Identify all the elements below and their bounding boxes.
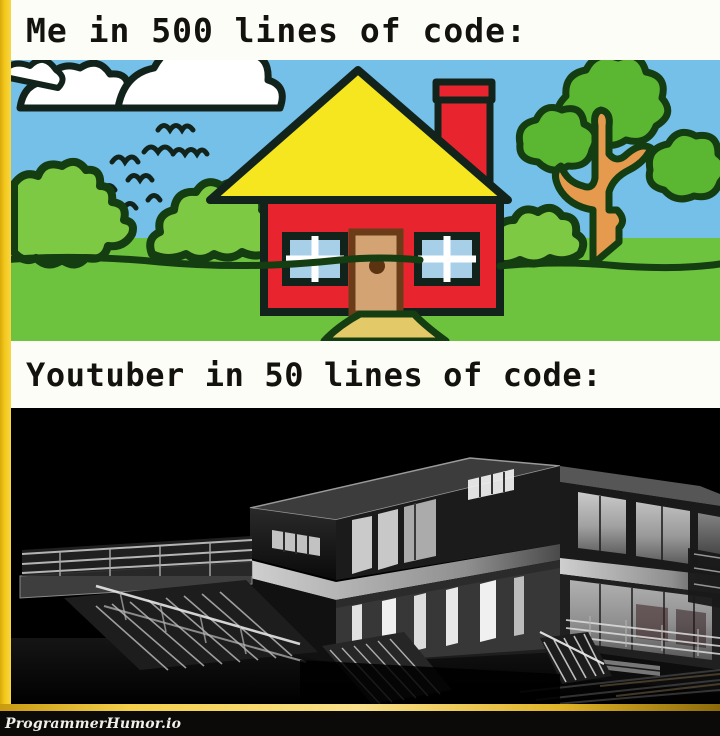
right-pavilion: [688, 548, 720, 608]
watermark-text: ProgrammerHumor.io: [5, 715, 182, 732]
top-caption-text: Me in 500 lines of code:: [26, 10, 527, 50]
watermark-bar: ProgrammerHumor.io: [0, 711, 720, 736]
horizon-line-right: [496, 259, 720, 272]
left-gold-border: [0, 0, 11, 711]
window-right: [414, 232, 480, 286]
bottom-caption-text: Youtuber in 50 lines of code:: [26, 355, 603, 394]
panel-architectural-render: [0, 408, 720, 704]
panel-childs-drawing: [0, 60, 720, 341]
modern-villa-render-illustration: [0, 408, 720, 704]
childs-drawing-illustration: [0, 60, 720, 341]
chimney-cap: [432, 78, 496, 104]
bottom-gold-rule: [0, 704, 720, 711]
meme-image: Me in 500 lines of code: Youtuber in 50 …: [0, 0, 720, 736]
bottom-caption-band: Youtuber in 50 lines of code:: [0, 341, 720, 408]
top-caption-band: Me in 500 lines of code:: [0, 0, 720, 60]
